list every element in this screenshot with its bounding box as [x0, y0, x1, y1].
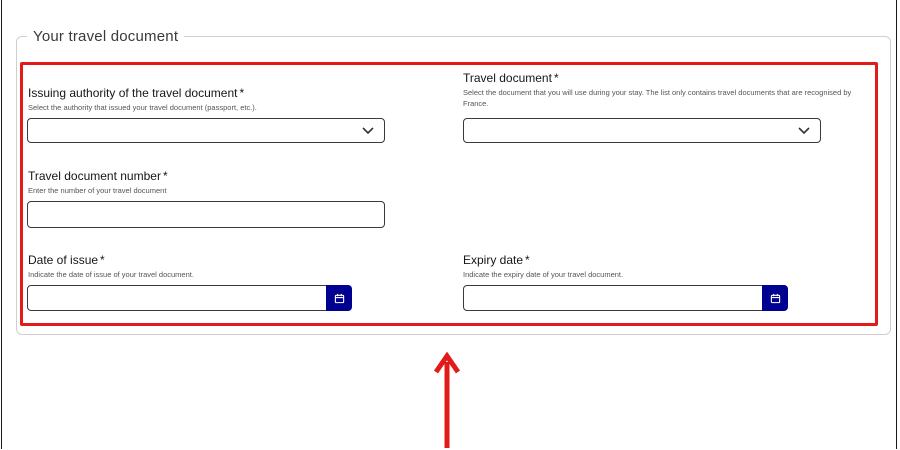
date-of-issue-calendar-button[interactable]	[326, 285, 352, 311]
issuing-authority-select[interactable]	[27, 118, 385, 143]
date-of-issue-input[interactable]	[27, 285, 327, 311]
issuing-authority-hint: Select the authority that issued your tr…	[28, 103, 257, 112]
document-number-field: Travel document number * Enter the number…	[28, 169, 408, 196]
required-marker: *	[100, 253, 105, 267]
travel-document-select[interactable]	[463, 118, 821, 143]
required-marker: *	[525, 253, 530, 267]
date-of-issue-hint: Indicate the date of issue of your trave…	[28, 270, 194, 279]
calendar-icon	[334, 293, 344, 303]
travel-document-hint: Select the document that you will use du…	[463, 88, 852, 108]
expiry-date-hint: Indicate the expiry date of your travel …	[463, 270, 624, 279]
expiry-date-label: Expiry date	[463, 253, 524, 267]
section-legend: Your travel document	[33, 28, 179, 45]
date-of-issue-field: Date of issue * Indicate the date of issu…	[28, 253, 408, 280]
date-of-issue-label: Date of issue	[28, 253, 99, 267]
chevron-down-icon	[798, 127, 810, 135]
required-marker: *	[162, 169, 168, 183]
travel-document-label: Travel document	[463, 71, 552, 85]
arrow-up-icon	[434, 352, 460, 448]
travel-document-field: Travel document * Select the document tha…	[463, 71, 873, 109]
issuing-authority-field: Issuing authority of the travel document…	[28, 86, 408, 113]
required-marker: *	[239, 86, 245, 100]
expiry-date-calendar-button[interactable]	[762, 285, 788, 311]
chevron-down-icon	[362, 127, 374, 135]
expiry-date-field: Expiry date * Indicate the expiry date of…	[463, 253, 843, 280]
expiry-date-input[interactable]	[463, 285, 763, 311]
calendar-icon	[770, 293, 780, 303]
required-marker: *	[553, 71, 559, 85]
issuing-authority-label: Issuing authority of the travel document	[28, 86, 238, 100]
document-number-label: Travel document number	[28, 169, 161, 183]
document-number-input[interactable]	[27, 201, 385, 228]
document-number-hint: Enter the number of your travel document	[28, 186, 167, 195]
